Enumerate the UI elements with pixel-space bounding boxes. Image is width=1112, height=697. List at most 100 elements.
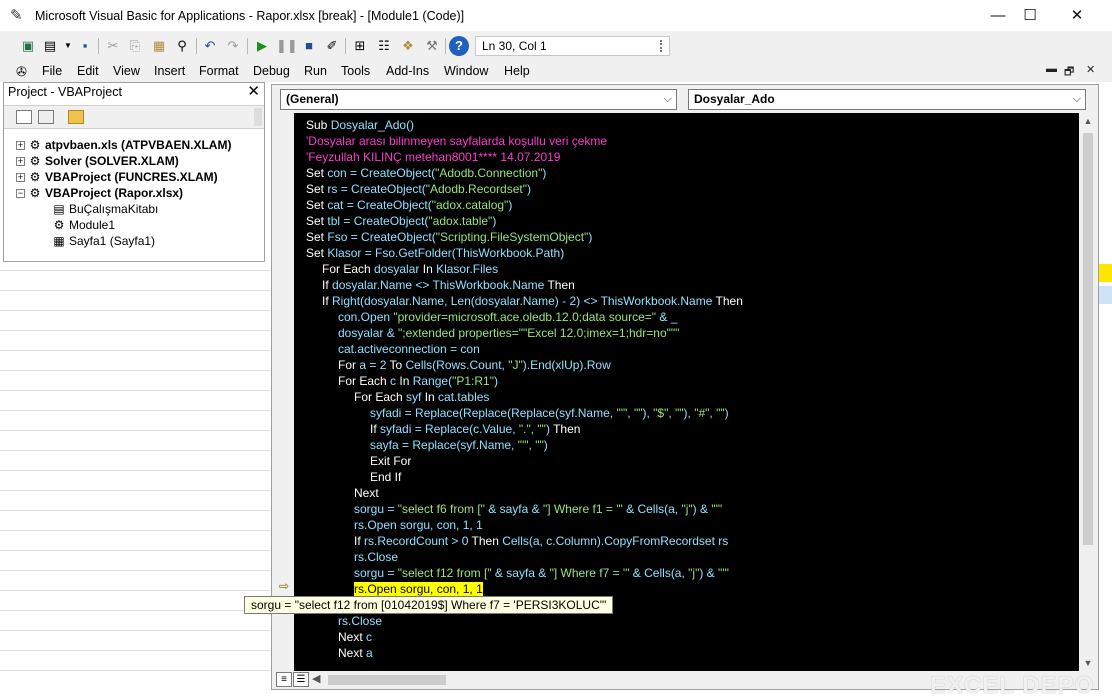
menu-format[interactable]: Format — [199, 64, 239, 78]
tree-item-rapor[interactable]: − ⚙ VBAProject (Rapor.xlsx) — [16, 185, 183, 201]
object-browser-icon[interactable]: ❖ — [398, 36, 418, 56]
excel-view-icon[interactable]: ▣ — [18, 36, 38, 56]
code-line[interactable]: Next — [354, 485, 379, 501]
insert-userform-icon[interactable]: ▤ — [40, 36, 60, 56]
code-line[interactable]: Set rs = CreateObject("Adodb.Recordset") — [306, 181, 531, 197]
margin-indicator-bar[interactable]: ⇨ — [274, 113, 294, 671]
code-line[interactable]: Set cat = CreateObject("adox.catalog") — [306, 197, 512, 213]
copy-icon[interactable]: ⎘ — [125, 36, 145, 56]
maximize-button[interactable]: ☐ — [1007, 0, 1053, 32]
project-close-button[interactable]: ✕ — [247, 83, 260, 101]
code-editor[interactable]: Sub Dosyalar_Ado() 'Dosyalar arası bilinm… — [294, 113, 1079, 671]
code-line[interactable]: syfadi = Replace(Replace(Replace(syf.Nam… — [370, 405, 729, 421]
chevron-down-icon[interactable]: ⌵ — [1073, 90, 1081, 109]
code-line[interactable]: sayfa = Replace(syf.Name, "'", "") — [370, 437, 548, 453]
code-line[interactable]: Set Klasor = Fso.GetFolder(ThisWorkbook.… — [306, 245, 564, 261]
view-code-icon[interactable] — [16, 110, 32, 124]
code-line[interactable]: 'Dosyalar arası bilinmeyen sayfalarda ko… — [306, 133, 607, 149]
menu-file[interactable]: File — [42, 64, 62, 78]
project-scroll[interactable] — [254, 108, 262, 126]
code-line[interactable]: rs.Close — [338, 613, 382, 629]
code-line[interactable]: sorgu = "select f12 from [" & sayfa & "]… — [354, 565, 729, 581]
vertical-scrollbar[interactable]: ▲ ▼ — [1079, 113, 1097, 671]
code-line[interactable]: If dosyalar.Name <> ThisWorkbook.Name Th… — [322, 277, 575, 293]
cut-icon[interactable]: ✂ — [103, 36, 123, 56]
mdi-close-button[interactable]: ✕ — [1086, 63, 1095, 76]
procedure-view-icon[interactable]: ≡ — [276, 672, 292, 687]
reset-icon[interactable]: ■ — [299, 36, 319, 56]
tree-item-atpvbaen[interactable]: + ⚙ atpvbaen.xls (ATPVBAEN.XLAM) — [16, 137, 231, 153]
tree-item-solver[interactable]: + ⚙ Solver (SOLVER.XLAM) — [16, 153, 179, 169]
scroll-left-icon[interactable]: ◀ — [312, 672, 320, 685]
code-line[interactable]: Set con = CreateObject("Adodb.Connection… — [306, 165, 546, 181]
full-module-view-icon[interactable]: ☰ — [293, 672, 309, 687]
collapse-icon[interactable]: − — [16, 189, 25, 199]
toolbox-icon[interactable]: ⚒ — [422, 36, 442, 56]
scroll-down-icon[interactable]: ▼ — [1079, 655, 1097, 671]
tree-item-workbook[interactable]: ▤ BuÇalışmaKitabı — [52, 201, 158, 217]
menu-insert[interactable]: Insert — [154, 64, 185, 78]
code-line[interactable]: For a = 2 To Cells(Rows.Count, "J").End(… — [338, 357, 611, 373]
toggle-folders-icon[interactable] — [68, 110, 84, 124]
code-line[interactable]: End If — [370, 469, 401, 485]
code-line[interactable]: If Right(dosyalar.Name, Len(dosyalar.Nam… — [322, 293, 743, 309]
code-line[interactable]: Next c — [338, 629, 372, 645]
tree-item-module1[interactable]: ⚙ Module1 — [52, 217, 115, 233]
code-line[interactable]: dosyalar & ";extended properties=""Excel… — [338, 325, 679, 341]
code-line[interactable]: rs.Close — [354, 549, 398, 565]
vertical-scroll-thumb[interactable] — [1083, 133, 1093, 545]
tree-item-sayfa1[interactable]: ▦ Sayfa1 (Sayfa1) — [52, 233, 155, 249]
design-mode-icon[interactable]: ✐ — [322, 36, 342, 56]
gridline — [0, 630, 270, 631]
code-line[interactable]: sorgu = "select f6 from [" & sayfa & "] … — [354, 501, 722, 517]
object-dropdown[interactable]: (General) ⌵ — [280, 89, 677, 110]
code-line[interactable]: For Each syf In cat.tables — [354, 389, 489, 405]
horizontal-scroll-thumb[interactable] — [328, 675, 446, 685]
mdi-minimize-button[interactable]: ▬ — [1046, 63, 1057, 75]
code-line[interactable]: rs.Open sorgu, con, 1, 1 — [354, 581, 483, 597]
toolbar-gripper[interactable] — [660, 40, 666, 52]
project-explorer-icon[interactable]: ⊞ — [350, 36, 370, 56]
code-line[interactable]: cat.activeconnection = con — [338, 341, 480, 357]
code-line[interactable]: Sub Dosyalar_Ado() — [306, 117, 414, 133]
menu-run[interactable]: Run — [304, 64, 327, 78]
expand-icon[interactable]: + — [16, 141, 25, 151]
code-line[interactable]: If rs.RecordCount > 0 Then Cells(a, c.Co… — [354, 533, 728, 549]
code-line[interactable]: Set Fso = CreateObject("Scripting.FileSy… — [306, 229, 592, 245]
find-icon[interactable]: ⚲ — [172, 36, 192, 56]
code-line[interactable]: If syfadi = Replace(c.Value, ".", "") Th… — [370, 421, 580, 437]
menu-edit[interactable]: Edit — [77, 64, 99, 78]
code-line[interactable]: 'Feyzullah KILINÇ metehan8001**** 14.07.… — [306, 149, 560, 165]
redo-icon[interactable]: ↷ — [223, 36, 243, 56]
undo-icon[interactable]: ↶ — [200, 36, 220, 56]
mdi-restore-button[interactable]: 🗗 — [1064, 63, 1074, 82]
code-line[interactable]: For Each c In Range("P1:R1") — [338, 373, 498, 389]
code-line[interactable]: con.Open "provider=microsoft.ace.oledb.1… — [338, 309, 677, 325]
menu-view[interactable]: View — [113, 64, 140, 78]
save-icon[interactable]: ▪ — [75, 36, 95, 56]
menu-window[interactable]: Window — [444, 64, 488, 78]
tree-item-funcres[interactable]: + ⚙ VBAProject (FUNCRES.XLAM) — [16, 169, 218, 185]
code-line[interactable]: rs.Open sorgu, con, 1, 1 — [354, 517, 483, 533]
code-line[interactable]: Next a — [338, 645, 373, 661]
chevron-down-icon[interactable]: ⌵ — [664, 90, 672, 109]
properties-icon[interactable]: ☷ — [374, 36, 394, 56]
menu-add-ins[interactable]: Add-Ins — [386, 64, 429, 78]
expand-icon[interactable]: + — [16, 157, 25, 167]
menu-tools[interactable]: Tools — [341, 64, 370, 78]
menu-help[interactable]: Help — [504, 64, 530, 78]
code-line[interactable]: Exit For — [370, 453, 411, 469]
run-icon[interactable]: ▶ — [252, 36, 272, 56]
close-button[interactable]: ✕ — [1054, 0, 1100, 32]
view-object-icon[interactable] — [38, 110, 54, 124]
vba-menu-icon[interactable]: ✇ — [16, 64, 27, 80]
procedure-dropdown[interactable]: Dosyalar_Ado ⌵ — [688, 89, 1086, 110]
menu-debug[interactable]: Debug — [253, 64, 290, 78]
break-icon[interactable]: ❚❚ — [276, 36, 298, 56]
code-line[interactable]: For Each dosyalar In Klasor.Files — [322, 261, 498, 277]
expand-icon[interactable]: + — [16, 173, 25, 183]
scroll-up-icon[interactable]: ▲ — [1079, 113, 1097, 129]
paste-icon[interactable]: ▦ — [149, 36, 169, 56]
help-icon[interactable]: ? — [449, 36, 469, 56]
code-line[interactable]: Set tbl = CreateObject("adox.table") — [306, 213, 496, 229]
